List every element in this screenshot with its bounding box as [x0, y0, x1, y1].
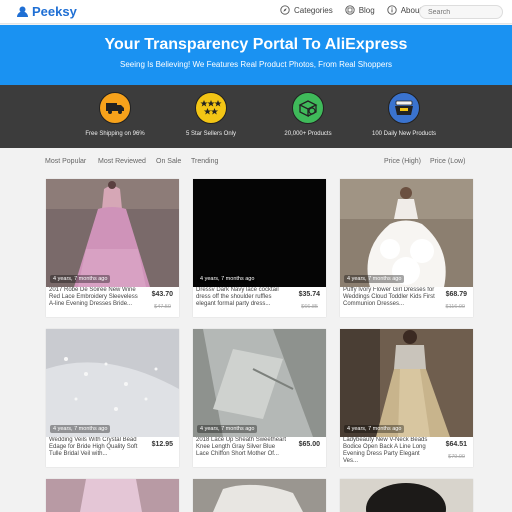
product-card[interactable]: 4 years, 7 months ago Puffy Ivory Flower… [340, 179, 473, 317]
product-image[interactable] [340, 179, 473, 287]
product-title[interactable]: Ladybeauty New V-Neck Beads Bodice Open … [343, 437, 435, 465]
product-old-price: $79.00 [448, 454, 465, 460]
product-price: $12.95 [151, 441, 173, 448]
product-age: 4 years, 7 months ago [197, 275, 258, 283]
product-old-price: $47.50 [154, 304, 171, 310]
product-card[interactable]: 4 years, 7 months ago Dressv Dark Navy l… [193, 179, 326, 317]
product-title[interactable]: 2017 Robe De Soiree New Wine Red Lace Em… [49, 287, 141, 315]
product-image[interactable] [46, 479, 179, 512]
product-age: 4 years, 7 months ago [50, 425, 111, 433]
product-price: $43.70 [151, 291, 173, 298]
product-image[interactable] [46, 329, 179, 437]
product-title[interactable]: Dressv Dark Navy lace cocktail dress off… [196, 287, 288, 315]
product-age: 4 years, 7 months ago [344, 425, 405, 433]
product-card[interactable] [193, 479, 326, 512]
product-old-price: $66.85 [301, 304, 318, 310]
product-image[interactable] [193, 179, 326, 287]
product-title[interactable]: Puffy Ivory Flower Girl Dresses for Wedd… [343, 287, 435, 315]
product-image[interactable] [340, 329, 473, 437]
product-card[interactable] [340, 479, 473, 512]
product-card[interactable] [46, 479, 179, 512]
product-image[interactable] [193, 329, 326, 437]
product-card[interactable]: 4 years, 7 months ago 2018 Lace Up Sheat… [193, 329, 326, 467]
product-price: $35.74 [298, 291, 320, 298]
product-image[interactable] [193, 479, 326, 512]
product-price: $65.00 [298, 441, 320, 448]
product-age: 4 years, 7 months ago [197, 425, 258, 433]
product-image[interactable] [340, 479, 473, 512]
product-price: $64.51 [445, 441, 467, 448]
product-price: $68.79 [445, 291, 467, 298]
product-grid: 4 years, 7 months ago 2017 Robe De Soire… [0, 0, 512, 512]
product-card[interactable]: 4 years, 7 months ago Wedding Veils With… [46, 329, 179, 467]
product-title[interactable]: Wedding Veils With Crystal Bead Edage fo… [49, 437, 141, 465]
product-image[interactable] [46, 179, 179, 287]
product-age: 4 years, 7 months ago [344, 275, 405, 283]
product-card[interactable]: 4 years, 7 months ago 2017 Robe De Soire… [46, 179, 179, 317]
product-card[interactable]: 4 years, 7 months ago Ladybeauty New V-N… [340, 329, 473, 467]
product-age: 4 years, 7 months ago [50, 275, 111, 283]
product-old-price: $116.00 [445, 304, 465, 310]
product-title[interactable]: 2018 Lace Up Sheath Sweetheart Knee Leng… [196, 437, 288, 465]
